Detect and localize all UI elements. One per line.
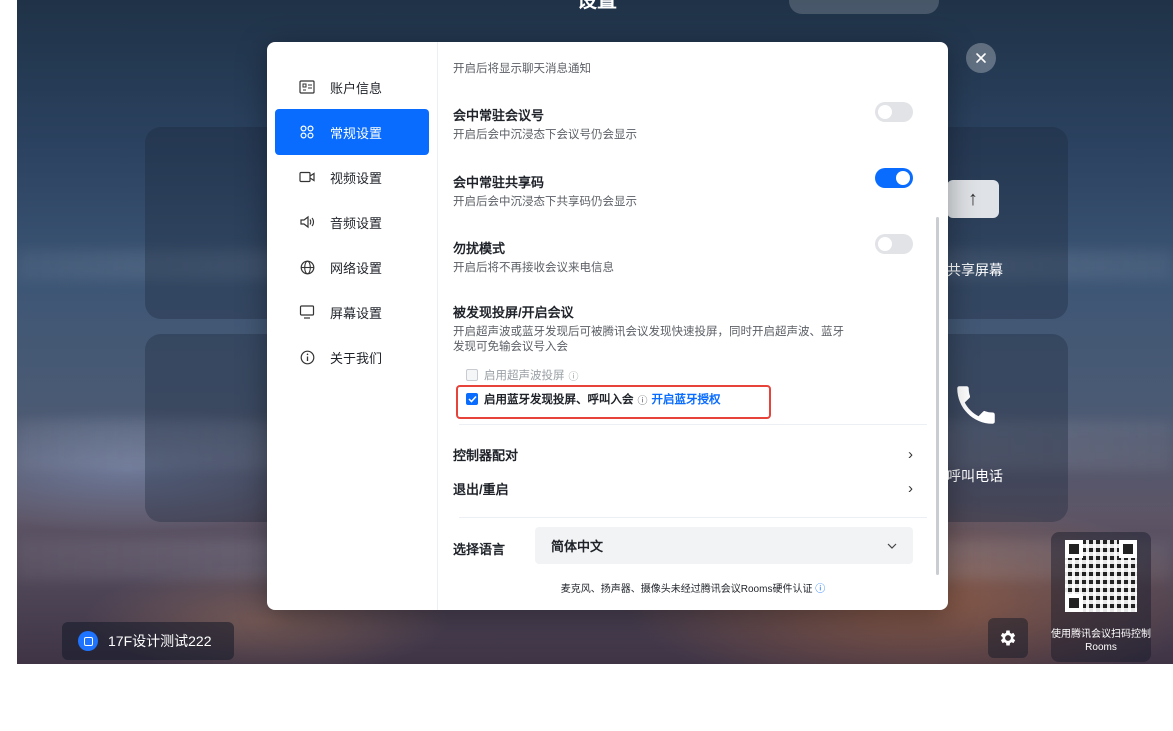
close-button[interactable] <box>966 43 996 73</box>
language-select[interactable]: 简体中文 <box>535 527 913 564</box>
chevron-down-icon <box>887 543 897 549</box>
qr-caption: 使用腾讯会议扫码控制 Rooms <box>1051 629 1151 653</box>
share-code-title: 会中常驻共享码 <box>453 175 545 190</box>
sidebar-item-label: 视频设置 <box>330 170 383 186</box>
sidebar-item-label: 关于我们 <box>330 350 383 366</box>
room-name: 17F设计测试222 <box>108 633 212 649</box>
help-icon[interactable]: ⓘ <box>815 584 825 595</box>
room-screen-icon <box>78 631 98 651</box>
sidebar-item-account[interactable]: 账户信息 <box>275 64 429 110</box>
close-icon <box>976 53 986 63</box>
general-grid-icon <box>298 123 316 141</box>
call-phone-label: 呼叫电话 <box>947 468 1003 484</box>
sidebar-item-label: 账户信息 <box>330 80 383 96</box>
settings-sidebar: 账户信息 常规设置 视频设置 音频设置 网络设置 屏幕设置 关于我们 <box>267 42 438 610</box>
sidebar-item-video[interactable]: 视频设置 <box>275 154 429 200</box>
discover-desc-line1: 开启超声波或蓝牙发现后可被腾讯会议发现快速投屏，同时开启超声波、蓝牙 <box>453 326 844 338</box>
sidebar-item-audio[interactable]: 音频设置 <box>275 199 429 245</box>
sidebar-item-label: 常规设置 <box>330 125 383 141</box>
exit-restart-label: 退出/重启 <box>453 481 509 497</box>
divider <box>459 424 927 425</box>
exit-restart-row[interactable]: 退出/重启 › <box>453 478 913 498</box>
ultrasonic-label: 启用超声波投屏 <box>484 370 565 382</box>
dnd-desc: 开启后将不再接收会议来电信息 <box>453 262 614 274</box>
controller-pair-label: 控制器配对 <box>453 447 519 463</box>
hardware-cert-note: 麦克风、扬声器、摄像头未经过腾讯会议Rooms硬件认证 ⓘ <box>560 584 826 595</box>
settings-content: 开启后将显示聊天消息通知 会中常驻会议号 开启后会中沉浸态下会议号仍会显示 会中… <box>438 42 948 610</box>
divider <box>459 517 927 518</box>
phone-icon[interactable] <box>951 380 1001 430</box>
dnd-title: 勿扰模式 <box>453 241 506 256</box>
sidebar-item-label: 音频设置 <box>330 215 383 231</box>
bg-meeting-tag <box>789 0 939 14</box>
chat-notify-desc: 开启后将显示聊天消息通知 <box>453 63 591 75</box>
speaker-icon <box>298 213 316 231</box>
dnd-toggle[interactable] <box>875 234 913 254</box>
meeting-id-title: 会中常驻会议号 <box>453 108 545 123</box>
sidebar-item-about[interactable]: 关于我们 <box>275 334 429 380</box>
sidebar-item-network[interactable]: 网络设置 <box>275 244 429 290</box>
account-card-icon <box>298 78 316 96</box>
info-icon <box>298 348 316 366</box>
ultrasonic-checkbox-row[interactable]: 启用超声波投屏 ⓘ <box>466 367 579 383</box>
chevron-right-icon: › <box>908 479 913 497</box>
monitor-icon <box>298 303 316 321</box>
ultrasonic-checkbox[interactable] <box>466 369 478 381</box>
meeting-id-desc: 开启后会中沉浸态下会议号仍会显示 <box>453 129 637 141</box>
share-code-desc: 开启后会中沉浸态下共享码仍会显示 <box>453 196 637 208</box>
controller-pair-row[interactable]: 控制器配对 › <box>453 444 913 464</box>
sidebar-item-label: 屏幕设置 <box>330 305 383 321</box>
language-label: 选择语言 <box>453 542 506 557</box>
bg-page-title: 设置 <box>577 0 617 12</box>
share-code-toggle[interactable] <box>875 168 913 188</box>
settings-modal: 账户信息 常规设置 视频设置 音频设置 网络设置 屏幕设置 关于我们 开启后将显… <box>267 42 948 610</box>
discover-title: 被发现投屏/开启会议 <box>453 305 574 320</box>
share-screen-icon[interactable]: ↑ <box>947 180 999 218</box>
discover-desc-line2: 发现可免输会议号入会 <box>453 341 568 353</box>
scrollbar[interactable] <box>936 217 939 575</box>
chevron-right-icon: › <box>908 445 913 463</box>
meeting-id-toggle[interactable] <box>875 102 913 122</box>
gear-icon[interactable] <box>988 618 1028 658</box>
rooms-qr-panel: 使用腾讯会议扫码控制 Rooms <box>1051 532 1151 662</box>
video-icon <box>298 168 316 186</box>
share-screen-label: 共享屏幕 <box>947 262 1003 278</box>
sidebar-item-screen[interactable]: 屏幕设置 <box>275 289 429 335</box>
sidebar-item-general[interactable]: 常规设置 <box>275 109 429 155</box>
globe-icon <box>298 258 316 276</box>
language-value: 简体中文 <box>551 539 604 554</box>
info-icon: ⓘ <box>568 371 579 383</box>
room-name-chip[interactable]: 17F设计测试222 <box>62 622 234 660</box>
sidebar-item-label: 网络设置 <box>330 260 383 276</box>
qr-code <box>1065 540 1137 612</box>
highlight-box <box>456 385 771 419</box>
